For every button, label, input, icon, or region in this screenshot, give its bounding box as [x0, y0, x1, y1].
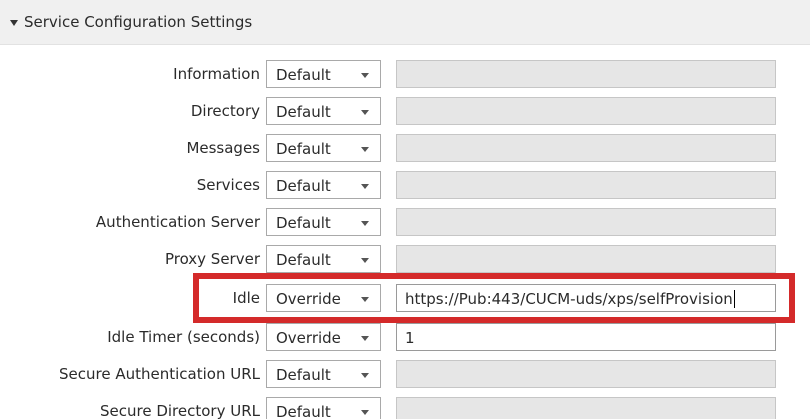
select-value: Default — [276, 177, 331, 195]
secure-directory-url-field — [396, 397, 776, 419]
information-mode-select[interactable]: Default — [266, 60, 381, 88]
messages-url-field — [396, 134, 776, 162]
setting-row-idle-timer: Idle Timer (seconds) Override 1 — [0, 321, 810, 353]
section-header[interactable]: Service Configuration Settings — [0, 0, 810, 45]
select-value: Default — [276, 251, 331, 269]
setting-row-directory: Directory Default — [0, 95, 810, 127]
setting-label: Services — [196, 176, 260, 194]
information-url-field — [396, 60, 776, 88]
setting-label: Directory — [190, 102, 260, 120]
setting-row-information: Information Default — [0, 58, 810, 90]
idle-url-input[interactable]: https://Pub:443/CUCM-uds/xps/selfProvisi… — [396, 284, 776, 312]
setting-label: Information — [173, 65, 260, 83]
chevron-down-icon — [361, 221, 369, 226]
directory-url-field — [396, 97, 776, 125]
setting-row-secure-directory-url: Secure Directory URL Default — [0, 395, 810, 419]
select-value: Override — [276, 290, 341, 308]
idle-url-value: https://Pub:443/CUCM-uds/xps/selfProvisi… — [405, 290, 733, 308]
chevron-down-icon — [361, 373, 369, 378]
setting-row-idle: Idle Override https://Pub:443/CUCM-uds/x… — [0, 282, 810, 314]
setting-row-secure-authentication-url: Secure Authentication URL Default — [0, 358, 810, 390]
setting-label: Secure Directory URL — [100, 402, 260, 419]
idle-timer-mode-select[interactable]: Override — [266, 323, 381, 351]
setting-row-authentication-server: Authentication Server Default — [0, 206, 810, 238]
select-value: Default — [276, 66, 331, 84]
service-configuration-panel: Service Configuration Settings Informati… — [0, 0, 810, 419]
select-value: Default — [276, 140, 331, 158]
collapse-arrow-icon[interactable] — [10, 20, 18, 26]
chevron-down-icon — [361, 297, 369, 302]
authentication-server-mode-select[interactable]: Default — [266, 208, 381, 236]
select-value: Default — [276, 103, 331, 121]
proxy-server-url-field — [396, 245, 776, 273]
text-caret — [733, 290, 735, 308]
setting-label: Proxy Server — [164, 250, 260, 268]
authentication-server-url-field — [396, 208, 776, 236]
services-mode-select[interactable]: Default — [266, 171, 381, 199]
directory-mode-select[interactable]: Default — [266, 97, 381, 125]
chevron-down-icon — [361, 410, 369, 415]
secure-directory-url-mode-select[interactable]: Default — [266, 397, 381, 419]
select-value: Default — [276, 403, 331, 419]
setting-row-messages: Messages Default — [0, 132, 810, 164]
setting-label: Messages — [186, 139, 260, 157]
setting-label: Idle — [232, 289, 260, 307]
idle-mode-select[interactable]: Override — [266, 284, 381, 312]
chevron-down-icon — [361, 184, 369, 189]
select-value: Override — [276, 329, 341, 347]
idle-timer-input[interactable]: 1 — [396, 323, 776, 351]
proxy-server-mode-select[interactable]: Default — [266, 245, 381, 273]
chevron-down-icon — [361, 336, 369, 341]
select-value: Default — [276, 214, 331, 232]
messages-mode-select[interactable]: Default — [266, 134, 381, 162]
chevron-down-icon — [361, 110, 369, 115]
chevron-down-icon — [361, 73, 369, 78]
chevron-down-icon — [361, 258, 369, 263]
setting-row-services: Services Default — [0, 169, 810, 201]
secure-authentication-url-mode-select[interactable]: Default — [266, 360, 381, 388]
setting-label: Authentication Server — [95, 213, 260, 231]
setting-label: Idle Timer (seconds) — [107, 328, 260, 346]
services-url-field — [396, 171, 776, 199]
secure-authentication-url-field — [396, 360, 776, 388]
select-value: Default — [276, 366, 331, 384]
setting-label: Secure Authentication URL — [59, 365, 260, 383]
chevron-down-icon — [361, 147, 369, 152]
section-title: Service Configuration Settings — [24, 13, 253, 31]
setting-row-proxy-server: Proxy Server Default — [0, 243, 810, 275]
